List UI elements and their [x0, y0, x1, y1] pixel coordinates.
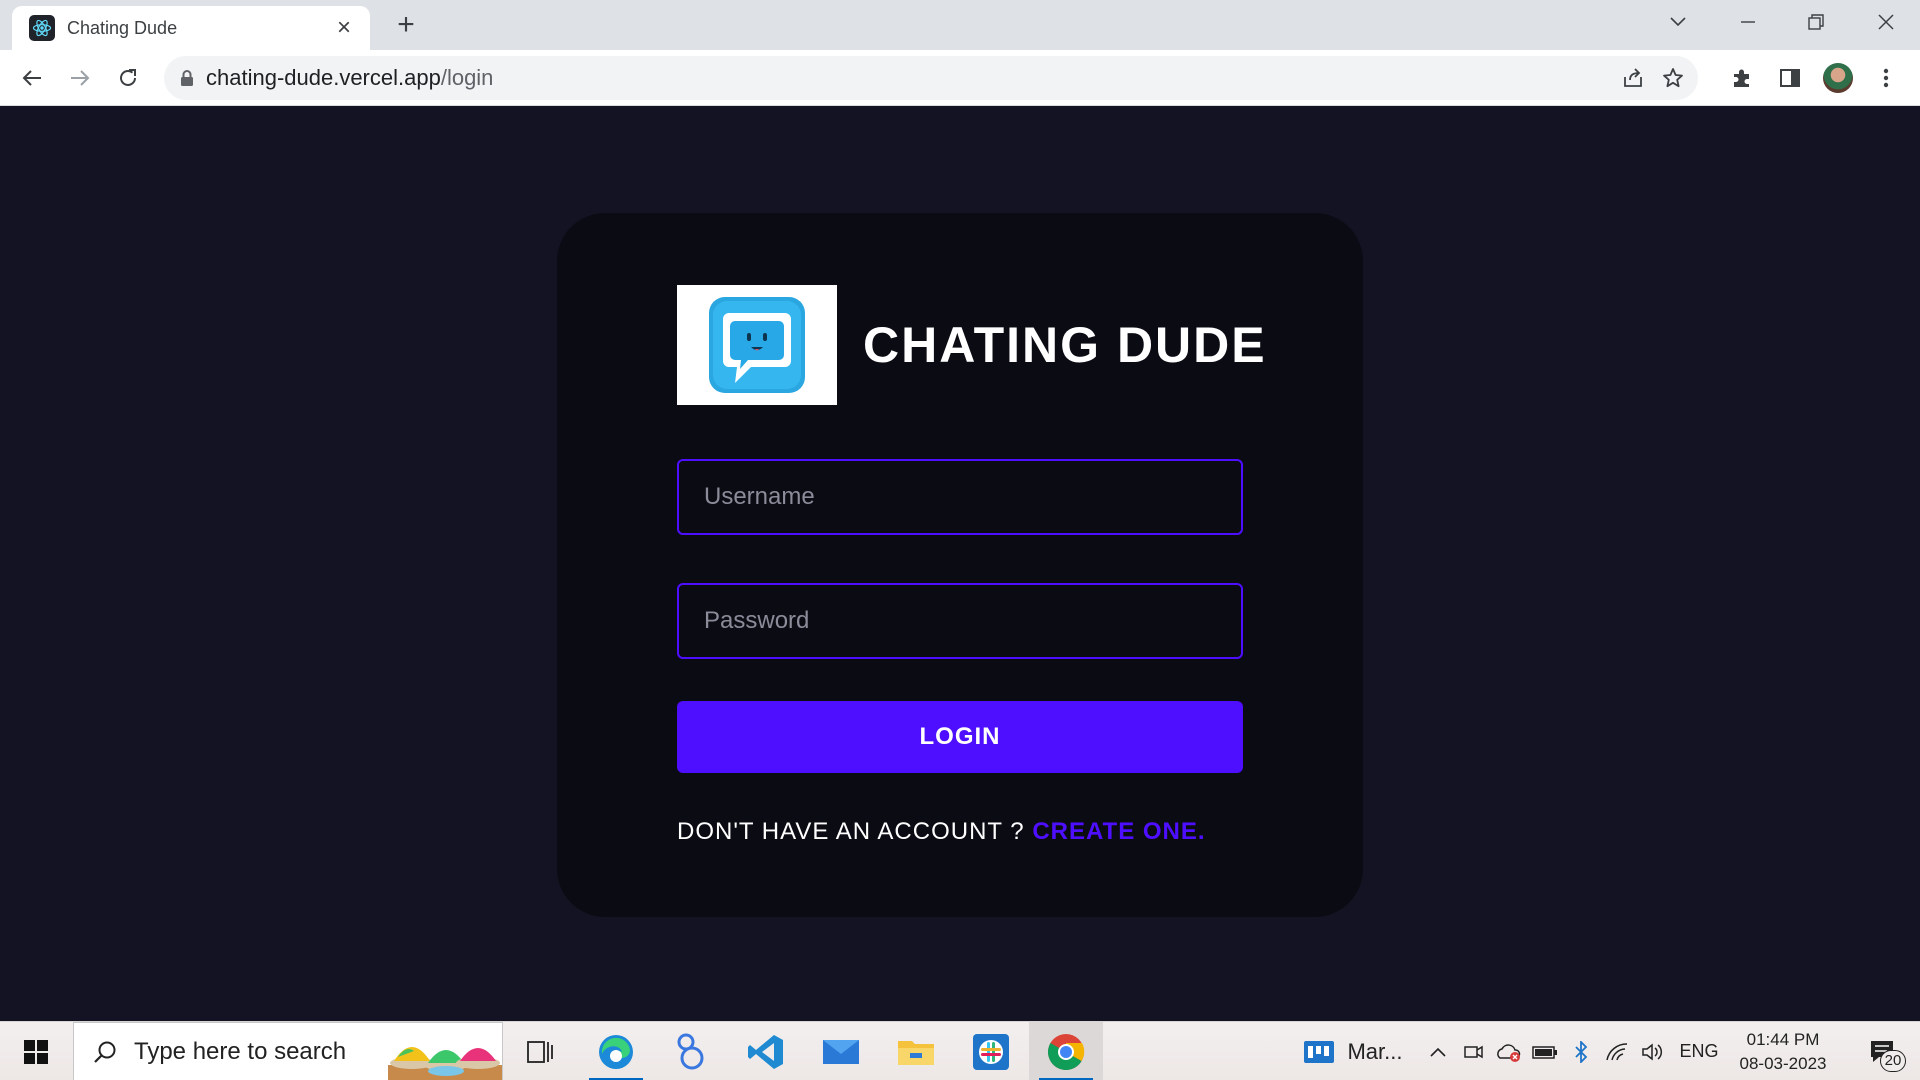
start-button[interactable] [0, 1022, 72, 1080]
chevron-down-icon [1670, 17, 1686, 27]
url-host: chating-dude.vercel.app [206, 65, 441, 90]
show-hidden-icons-button[interactable] [1423, 1022, 1453, 1080]
notification-count-badge: 20 [1880, 1050, 1906, 1072]
cortana-app[interactable] [654, 1022, 728, 1080]
tab-search-button[interactable] [1650, 0, 1706, 44]
page-content: CHATING DUDE LOGIN DON'T HAVE AN ACCOUNT… [0, 107, 1920, 1021]
lock-icon [181, 70, 193, 86]
clock-date: 08-03-2023 [1739, 1054, 1827, 1073]
reload-icon [120, 69, 136, 86]
chevron-up-icon [1430, 1047, 1446, 1057]
wifi-button[interactable] [1602, 1022, 1632, 1080]
create-account-link[interactable]: CREATE ONE. [1032, 818, 1205, 845]
username-input[interactable] [677, 459, 1243, 535]
close-window-button[interactable] [1858, 0, 1914, 44]
clock[interactable]: 01:44 PM 08-03-2023 [1718, 1028, 1848, 1076]
brand: CHATING DUDE [677, 285, 1267, 405]
puzzle-icon [1734, 69, 1749, 87]
edge-app[interactable] [579, 1022, 653, 1080]
login-button[interactable]: LOGIN [677, 701, 1243, 773]
reload-button[interactable] [109, 59, 147, 97]
wifi-icon [1606, 1042, 1628, 1060]
task-view-icon [527, 1040, 553, 1063]
browser-tab[interactable]: Chating Dude × [12, 6, 370, 50]
slack-icon [973, 1033, 1009, 1070]
notification-center-button[interactable]: 20 [1858, 1022, 1908, 1080]
tab-title: Chating Dude [67, 17, 178, 38]
share-icon [1624, 68, 1642, 87]
taskbar-search[interactable]: Type here to search [73, 1022, 503, 1080]
side-panel-button[interactable] [1771, 59, 1809, 97]
minimize-icon [1741, 21, 1755, 23]
task-view-button[interactable] [503, 1022, 577, 1080]
cortana-icon [677, 1033, 704, 1069]
avatar [1823, 63, 1853, 93]
signup-prompt: DON'T HAVE AN ACCOUNT ? CREATE ONE. [677, 818, 1206, 846]
onedrive-button[interactable] [1494, 1022, 1524, 1080]
bluetooth-icon [1575, 1040, 1588, 1063]
chrome-icon [1047, 1033, 1085, 1070]
slack-app[interactable] [954, 1022, 1028, 1080]
vscode-app[interactable] [729, 1022, 803, 1080]
share-button[interactable] [1616, 61, 1650, 95]
browser-toolbar: chating-dude.vercel.app/login [0, 50, 1920, 106]
battery-button[interactable] [1530, 1022, 1560, 1080]
pinned-app-label: Mar... [1347, 1038, 1403, 1064]
taskbar: Type here to search Mar... ENG 01:44 PM … [0, 1021, 1920, 1080]
password-input[interactable] [677, 583, 1243, 659]
chat-bubble-icon [709, 297, 805, 393]
windows-icon [24, 1039, 48, 1064]
back-arrow-icon [22, 70, 41, 86]
minimize-button[interactable] [1720, 0, 1776, 44]
side-panel-icon [1780, 69, 1800, 87]
back-button[interactable] [13, 59, 51, 97]
profile-button[interactable] [1819, 59, 1857, 97]
mail-app[interactable] [804, 1022, 878, 1080]
forward-arrow-icon [71, 70, 90, 86]
bookmark-button[interactable] [1656, 61, 1690, 95]
new-tab-button[interactable]: + [390, 8, 422, 42]
more-vertical-icon [1883, 68, 1889, 88]
language-indicator[interactable]: ENG [1676, 1022, 1722, 1080]
signup-prompt-text: DON'T HAVE AN ACCOUNT ? [677, 818, 1025, 845]
edge-icon [599, 1034, 633, 1069]
menu-button[interactable] [1867, 59, 1905, 97]
forward-button[interactable] [61, 59, 99, 97]
clock-time: 01:44 PM [1746, 1030, 1820, 1049]
file-explorer-app[interactable] [879, 1022, 953, 1080]
app-title: CHATING DUDE [863, 317, 1267, 373]
holi-colors-icon [388, 1047, 502, 1080]
cloud-error-icon [1497, 1043, 1521, 1062]
chat-logo [677, 285, 837, 405]
search-placeholder: Type here to search [134, 1037, 347, 1065]
url-text: chating-dude.vercel.app/login [206, 65, 493, 91]
bluetooth-button[interactable] [1566, 1022, 1596, 1080]
battery-icon [1532, 1045, 1557, 1059]
camera-icon [1464, 1045, 1483, 1058]
url-path: /login [440, 65, 494, 90]
extensions-button[interactable] [1723, 59, 1761, 97]
speaker-icon [1642, 1042, 1663, 1061]
search-icon [94, 1041, 116, 1063]
vscode-icon [748, 1034, 783, 1069]
volume-button[interactable] [1638, 1022, 1668, 1080]
meet-now-button[interactable] [1458, 1022, 1488, 1080]
folder-icon [898, 1040, 934, 1065]
star-icon [1663, 68, 1683, 88]
login-card: CHATING DUDE LOGIN DON'T HAVE AN ACCOUNT… [557, 213, 1363, 917]
react-favicon-icon [29, 15, 55, 41]
chrome-app[interactable] [1029, 1022, 1103, 1080]
taskbar-pinned-item[interactable]: Mar... [1298, 1022, 1408, 1080]
tab-close-icon[interactable]: × [332, 16, 356, 40]
restore-icon [1808, 14, 1824, 30]
address-bar[interactable]: chating-dude.vercel.app/login [164, 56, 1698, 100]
restore-button[interactable] [1788, 0, 1844, 44]
close-icon [1878, 14, 1894, 30]
mail-icon [823, 1039, 859, 1064]
browser-tab-bar: Chating Dude × + [0, 0, 1920, 50]
planner-icon [1304, 1040, 1335, 1063]
